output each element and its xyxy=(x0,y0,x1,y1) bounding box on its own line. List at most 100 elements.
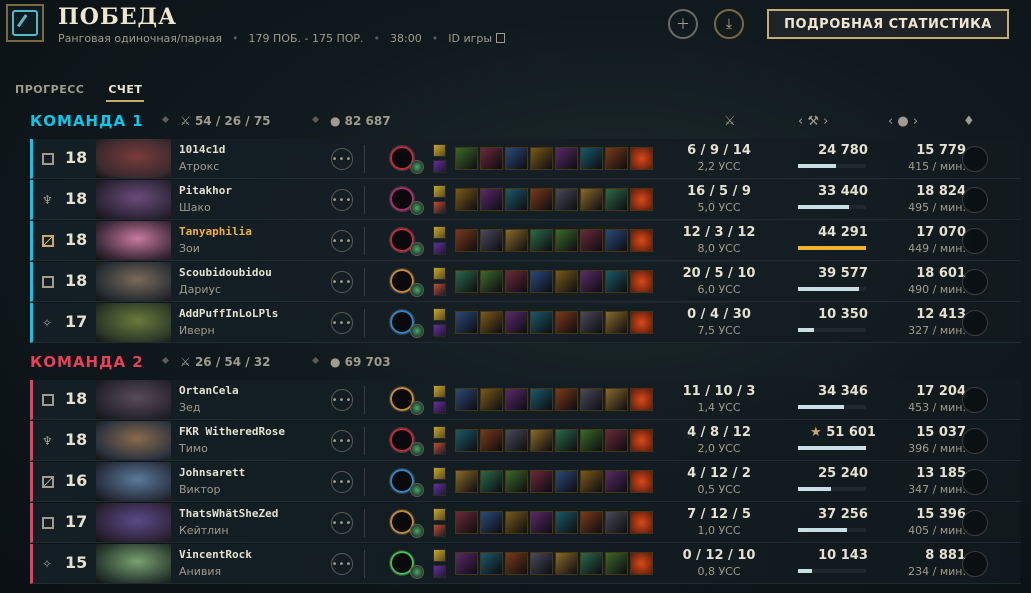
summoner-name[interactable]: 1014c1d xyxy=(179,143,225,156)
item-icon[interactable] xyxy=(605,429,628,452)
item-icon[interactable] xyxy=(505,470,528,493)
item-icon[interactable] xyxy=(480,511,503,534)
summoner-spell-icon[interactable] xyxy=(433,242,446,255)
secondary-rune-icon[interactable] xyxy=(410,401,424,415)
summoner-spell-icon[interactable] xyxy=(433,283,446,296)
player-row[interactable]: 18 1014c1d Атрокс ••• 6 / 9 / 14 2,2 УСС 24 78… xyxy=(30,139,1021,179)
summoner-spell-icon[interactable] xyxy=(433,267,446,280)
player-row[interactable]: ♆ 18 Pitakhor Шако ••• 16 / 5 / 9 5,0 УСС 33 44… xyxy=(30,180,1021,220)
summoner-spell-icon[interactable] xyxy=(433,467,446,480)
honor-button[interactable] xyxy=(962,551,988,577)
honor-button[interactable] xyxy=(962,269,988,295)
more-options-button[interactable]: ••• xyxy=(331,189,353,211)
summoner-name[interactable]: FKR WitheredRose xyxy=(179,425,285,438)
champion-portrait[interactable] xyxy=(96,380,171,419)
champion-portrait[interactable] xyxy=(96,503,171,542)
summoner-spell-icon[interactable] xyxy=(433,324,446,337)
detailed-stats-button[interactable]: ПОДРОБНАЯ СТАТИСТИКА xyxy=(767,9,1009,39)
item-icon[interactable] xyxy=(455,429,478,452)
item-icon[interactable] xyxy=(580,511,603,534)
honor-button[interactable] xyxy=(962,387,988,413)
trinket-item-icon[interactable] xyxy=(630,511,653,534)
trinket-item-icon[interactable] xyxy=(630,270,653,293)
summoner-name[interactable]: ThatsWhätSheZed xyxy=(179,507,278,520)
secondary-rune-icon[interactable] xyxy=(410,524,424,538)
download-replay-icon[interactable]: ⤓ xyxy=(714,9,744,39)
item-icon[interactable] xyxy=(605,511,628,534)
champion-portrait[interactable] xyxy=(96,221,171,260)
item-icon[interactable] xyxy=(555,511,578,534)
gold-column-sort[interactable]: ‹ ● › xyxy=(888,114,918,129)
player-row[interactable]: 18 OrtanCela Зед ••• 11 / 10 / 3 1,4 УСС 34 34… xyxy=(30,380,1021,420)
champion-portrait[interactable] xyxy=(96,180,171,219)
tab-progress[interactable]: ПРОГРЕСС xyxy=(15,83,84,96)
item-icon[interactable] xyxy=(505,188,528,211)
player-row[interactable]: ✧ 15 VincentRock Анивия ••• 0 / 12 / 10 0,8 УС… xyxy=(30,544,1021,584)
item-icon[interactable] xyxy=(580,270,603,293)
trinket-item-icon[interactable] xyxy=(630,188,653,211)
honor-button[interactable] xyxy=(962,310,988,336)
honor-button[interactable] xyxy=(962,228,988,254)
item-icon[interactable] xyxy=(480,147,503,170)
item-icon[interactable] xyxy=(580,147,603,170)
item-icon[interactable] xyxy=(480,229,503,252)
more-options-button[interactable]: ••• xyxy=(331,312,353,334)
summoner-name[interactable]: OrtanCela xyxy=(179,384,239,397)
champion-portrait[interactable] xyxy=(96,139,171,178)
item-icon[interactable] xyxy=(605,552,628,575)
item-icon[interactable] xyxy=(530,388,553,411)
more-options-button[interactable]: ••• xyxy=(331,553,353,575)
item-icon[interactable] xyxy=(605,229,628,252)
more-options-button[interactable]: ••• xyxy=(331,430,353,452)
item-icon[interactable] xyxy=(555,552,578,575)
trinket-item-icon[interactable] xyxy=(630,311,653,334)
trinket-item-icon[interactable] xyxy=(630,429,653,452)
honor-button[interactable] xyxy=(962,146,988,172)
summoner-spell-icon[interactable] xyxy=(433,226,446,239)
honor-button[interactable] xyxy=(962,187,988,213)
item-icon[interactable] xyxy=(455,229,478,252)
summoner-spell-icon[interactable] xyxy=(433,524,446,537)
player-row[interactable]: 18 Tanyaphilia Зои ••• 12 / 3 / 12 8,0 УСС 44 … xyxy=(30,221,1021,261)
more-options-button[interactable]: ••• xyxy=(331,271,353,293)
more-options-button[interactable]: ••• xyxy=(331,512,353,534)
more-options-button[interactable]: ••• xyxy=(331,471,353,493)
item-icon[interactable] xyxy=(505,229,528,252)
summoner-spell-icon[interactable] xyxy=(433,565,446,578)
summoner-spell-icon[interactable] xyxy=(433,308,446,321)
secondary-rune-icon[interactable] xyxy=(410,283,424,297)
item-icon[interactable] xyxy=(530,552,553,575)
item-icon[interactable] xyxy=(580,229,603,252)
item-icon[interactable] xyxy=(480,470,503,493)
summoner-name[interactable]: Tanyaphilia xyxy=(179,225,252,238)
honor-button[interactable] xyxy=(962,510,988,536)
add-spectate-icon[interactable]: ＋ xyxy=(668,9,698,39)
summoner-name[interactable]: Scoubidoubidou xyxy=(179,266,272,279)
trinket-item-icon[interactable] xyxy=(630,470,653,493)
item-icon[interactable] xyxy=(555,229,578,252)
item-icon[interactable] xyxy=(455,188,478,211)
item-icon[interactable] xyxy=(580,429,603,452)
more-options-button[interactable]: ••• xyxy=(331,389,353,411)
summoner-spell-icon[interactable] xyxy=(433,185,446,198)
item-icon[interactable] xyxy=(505,270,528,293)
item-icon[interactable] xyxy=(605,388,628,411)
summoner-spell-icon[interactable] xyxy=(433,401,446,414)
item-icon[interactable] xyxy=(455,147,478,170)
summoner-name[interactable]: Pitakhor xyxy=(179,184,232,197)
summoner-spell-icon[interactable] xyxy=(433,144,446,157)
summoner-name[interactable]: AddPuffInLoLPls xyxy=(179,307,278,320)
item-icon[interactable] xyxy=(480,429,503,452)
item-icon[interactable] xyxy=(480,188,503,211)
item-icon[interactable] xyxy=(480,270,503,293)
champion-portrait[interactable] xyxy=(96,262,171,301)
item-icon[interactable] xyxy=(555,388,578,411)
secondary-rune-icon[interactable] xyxy=(410,160,424,174)
item-icon[interactable] xyxy=(555,470,578,493)
secondary-rune-icon[interactable] xyxy=(410,483,424,497)
secondary-rune-icon[interactable] xyxy=(410,242,424,256)
item-icon[interactable] xyxy=(530,270,553,293)
item-icon[interactable] xyxy=(455,311,478,334)
item-icon[interactable] xyxy=(480,311,503,334)
trinket-item-icon[interactable] xyxy=(630,147,653,170)
